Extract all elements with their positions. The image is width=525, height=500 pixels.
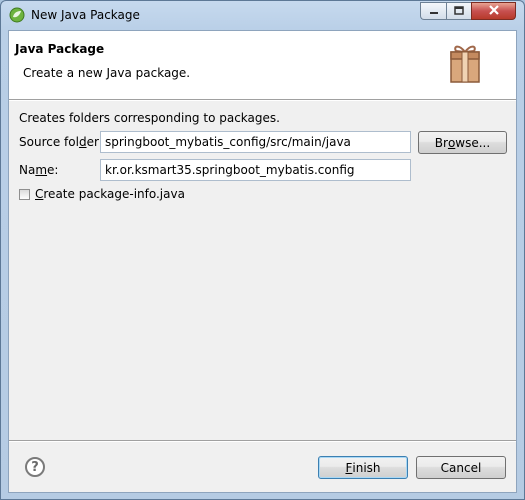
dialog-window: New Java Package Java Package Create a n…	[0, 0, 525, 500]
package-gift-icon	[445, 42, 485, 86]
name-label: Name:	[19, 163, 59, 177]
maximize-button[interactable]	[446, 2, 471, 20]
minimize-button[interactable]	[420, 2, 446, 20]
cancel-button[interactable]: Cancel	[416, 456, 506, 479]
finish-button[interactable]: Finish	[318, 456, 408, 479]
dialog-content: Java Package Create a new Java package. …	[8, 30, 517, 493]
create-package-info-checkbox[interactable]	[19, 188, 30, 200]
wizard-banner: Java Package Create a new Java package.	[9, 31, 516, 99]
create-package-info-option[interactable]: Create package-info.java	[19, 187, 185, 201]
question-mark-icon: ?	[31, 459, 39, 475]
banner-separator	[9, 99, 516, 101]
browse-button[interactable]: Br o wse...	[418, 131, 507, 154]
minimize-icon	[429, 4, 439, 18]
footer-separator	[9, 440, 516, 442]
banner-title: Java Package	[15, 42, 105, 56]
source-folder-label: Source folder:	[19, 135, 103, 149]
package-name-input[interactable]	[100, 159, 411, 181]
maximize-icon	[454, 4, 464, 18]
info-text: Creates folders corresponding to package…	[19, 111, 280, 125]
title-bar[interactable]: New Java Package	[1, 1, 524, 29]
create-package-info-label: Create package-info.java	[35, 187, 185, 201]
window-title: New Java Package	[31, 8, 140, 22]
banner-description: Create a new Java package.	[23, 66, 191, 80]
close-icon	[488, 4, 500, 18]
eclipse-spring-icon	[9, 7, 25, 23]
help-button[interactable]: ?	[25, 457, 45, 477]
source-folder-input[interactable]	[100, 131, 411, 153]
close-button[interactable]	[471, 2, 516, 20]
